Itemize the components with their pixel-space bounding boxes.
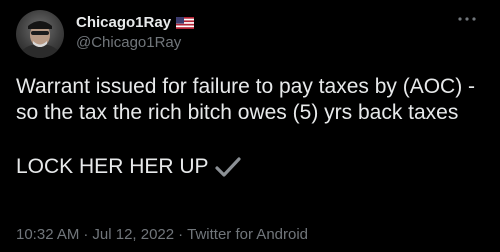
tweet-body: Warrant issued for failure to pay taxes … [16,74,486,180]
meta-separator: · [178,226,184,243]
tweet-meta: 10:32 AM · Jul 12, 2022 · Twitter for Androi… [16,226,308,243]
handle[interactable]: @Chicago1Ray [76,34,194,51]
more-options-button[interactable] [456,8,478,30]
tweet-time[interactable]: 10:32 AM [16,226,79,243]
more-dots-icon [458,17,476,21]
meta-separator: · [83,226,89,243]
tweet-card: Chicago1Ray @Chicago1Ray Warrant issued … [0,0,500,252]
author-block: Chicago1Ray @Chicago1Ray [76,12,195,51]
tweet-paragraph-1: Warrant issued for failure to pay taxes … [16,75,476,124]
avatar-image [20,21,60,58]
avatar[interactable] [16,10,64,58]
tweet-date[interactable]: Jul 12, 2022 [92,226,174,243]
tweet-paragraph-2-row: LOCK HER HER UP [16,154,486,180]
tweet-paragraph-2: LOCK HER HER UP [16,155,209,178]
heavy-check-mark-icon [214,156,241,178]
us-flag-icon [176,16,195,29]
display-name[interactable]: Chicago1Ray [76,14,171,31]
name-row: Chicago1Ray [76,12,195,32]
tweet-source[interactable]: Twitter for Android [187,226,308,243]
